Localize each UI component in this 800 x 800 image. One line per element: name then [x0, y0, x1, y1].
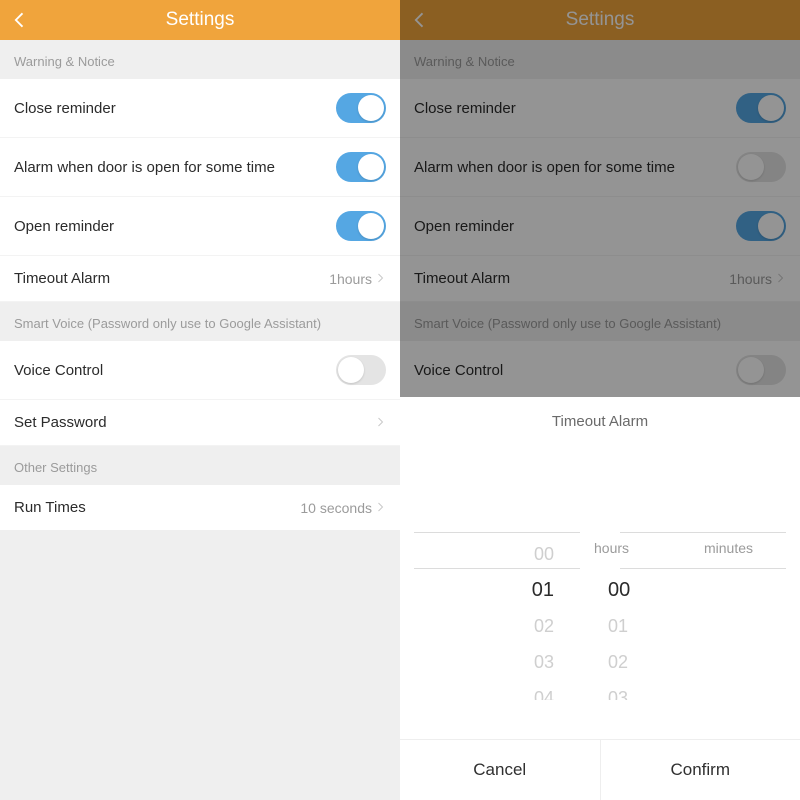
- toggle-open-reminder[interactable]: [336, 211, 386, 241]
- picker-item[interactable]: 00: [608, 572, 730, 608]
- row-run-times[interactable]: Run Times 10 seconds: [0, 485, 400, 530]
- settings-screen-left: Settings Warning & Notice Close reminder…: [0, 0, 400, 800]
- row-label: Voice Control: [14, 362, 103, 379]
- picker-item[interactable]: 02: [470, 608, 554, 644]
- picker-item[interactable]: 03: [608, 680, 730, 700]
- app-header: Settings: [0, 0, 400, 40]
- section-smart-voice: Smart Voice (Password only use to Google…: [0, 302, 400, 341]
- toggle-alarm-door-open[interactable]: [736, 152, 786, 182]
- row-label: Alarm when door is open for some time: [14, 159, 275, 176]
- row-set-password[interactable]: Set Password: [0, 400, 400, 446]
- row-timeout-alarm[interactable]: Timeout Alarm 1hours: [400, 256, 800, 302]
- row-label: Voice Control: [414, 362, 503, 379]
- row-open-reminder[interactable]: Open reminder: [400, 197, 800, 256]
- row-label: Timeout Alarm: [414, 270, 510, 287]
- back-button[interactable]: [10, 0, 30, 40]
- row-label: Open reminder: [414, 218, 514, 235]
- picker-item[interactable]: 00: [470, 536, 554, 572]
- picker-item[interactable]: [608, 500, 730, 536]
- row-label: Set Password: [14, 414, 107, 431]
- settings-screen-right: Settings Warning & Notice Close reminder…: [400, 0, 800, 800]
- toggle-voice-control[interactable]: [736, 355, 786, 385]
- page-title: Settings: [166, 9, 235, 31]
- confirm-button[interactable]: Confirm: [600, 740, 800, 800]
- app-header: Settings: [400, 0, 800, 40]
- time-picker[interactable]: 0001020304 hours 0001020304 minutes: [400, 440, 800, 739]
- row-alarm-door-open[interactable]: Alarm when door is open for some time: [400, 138, 800, 197]
- timeout-alarm-sheet: Timeout Alarm 0001020304 hours 000102030…: [400, 397, 800, 800]
- section-warning-notice: Warning & Notice: [400, 40, 800, 79]
- sheet-buttons: Cancel Confirm: [400, 739, 800, 800]
- row-label: Close reminder: [414, 100, 516, 117]
- section-smart-voice: Smart Voice (Password only use to Google…: [400, 302, 800, 341]
- row-label: Timeout Alarm: [14, 270, 110, 287]
- arrow-left-icon: [10, 10, 30, 30]
- sheet-title: Timeout Alarm: [400, 397, 800, 440]
- chevron-right-icon: [374, 271, 386, 287]
- picker-item[interactable]: 01: [608, 608, 730, 644]
- row-timeout-alarm[interactable]: Timeout Alarm 1hours: [0, 256, 400, 302]
- row-close-reminder[interactable]: Close reminder: [400, 79, 800, 138]
- cancel-button[interactable]: Cancel: [400, 740, 600, 800]
- row-value: 10 seconds: [300, 500, 372, 516]
- picker-item[interactable]: 04: [470, 680, 554, 700]
- arrow-left-icon: [410, 10, 430, 30]
- row-close-reminder[interactable]: Close reminder: [0, 79, 400, 138]
- toggle-close-reminder[interactable]: [336, 93, 386, 123]
- back-button[interactable]: [410, 0, 430, 40]
- section-other-settings: Other Settings: [0, 446, 400, 485]
- picker-item[interactable]: 01: [470, 572, 554, 608]
- toggle-close-reminder[interactable]: [736, 93, 786, 123]
- picker-minutes-column[interactable]: 0001020304: [600, 480, 730, 700]
- row-alarm-door-open[interactable]: Alarm when door is open for some time: [0, 138, 400, 197]
- row-label: Alarm when door is open for some time: [414, 159, 675, 176]
- row-label: Run Times: [14, 499, 86, 516]
- row-label: Open reminder: [14, 218, 114, 235]
- picker-hours-column[interactable]: 0001020304: [470, 480, 600, 700]
- row-value: 1hours: [729, 271, 772, 287]
- row-voice-control[interactable]: Voice Control: [400, 341, 800, 400]
- row-value: 1hours: [329, 271, 372, 287]
- row-label: Close reminder: [14, 100, 116, 117]
- toggle-voice-control[interactable]: [336, 355, 386, 385]
- chevron-right-icon: [374, 500, 386, 516]
- picker-item[interactable]: [470, 500, 554, 536]
- chevron-right-icon: [374, 415, 386, 431]
- row-voice-control[interactable]: Voice Control: [0, 341, 400, 400]
- toggle-alarm-door-open[interactable]: [336, 152, 386, 182]
- picker-item[interactable]: 02: [608, 644, 730, 680]
- page-title: Settings: [566, 9, 635, 31]
- picker-item[interactable]: 03: [470, 644, 554, 680]
- toggle-open-reminder[interactable]: [736, 211, 786, 241]
- chevron-right-icon: [774, 271, 786, 287]
- picker-item[interactable]: [470, 480, 554, 500]
- row-open-reminder[interactable]: Open reminder: [0, 197, 400, 256]
- section-warning-notice: Warning & Notice: [0, 40, 400, 79]
- minutes-unit: minutes: [704, 540, 753, 556]
